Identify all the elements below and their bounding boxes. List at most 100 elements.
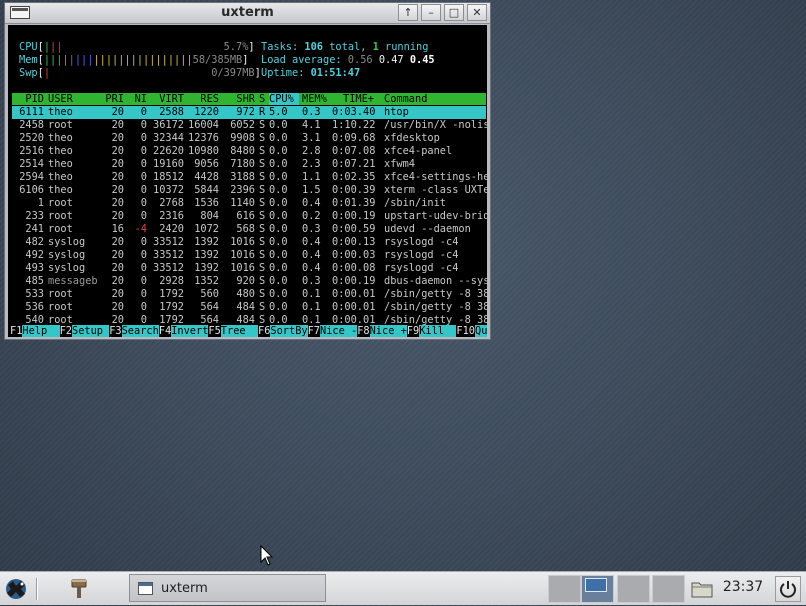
- column-header-res[interactable]: RES: [187, 93, 219, 105]
- column-header-cpu-[interactable]: CPU%: [269, 93, 299, 105]
- process-cell-mem: 0.3: [302, 106, 321, 118]
- uxterm-window[interactable]: uxterm ↑ – □ ✕ CPU[||| 5.7%] Mem[|||||||…: [4, 2, 491, 340]
- column-header-mem-[interactable]: MEM%: [302, 93, 332, 105]
- shade-button[interactable]: ↑: [398, 4, 418, 21]
- fkey-f1[interactable]: F1Help: [10, 325, 60, 337]
- workspace-3[interactable]: [617, 575, 650, 603]
- process-cell-user: theo: [48, 145, 73, 157]
- column-header-shr[interactable]: SHR: [222, 93, 255, 105]
- process-row[interactable]: 2514 theo 20 0 19160 9056 7180 S 0.0 2.3 0:07.21 xf…: [12, 158, 486, 171]
- column-header-command[interactable]: Command: [384, 93, 484, 105]
- process-cell-shr: 6052: [230, 119, 255, 131]
- column-header-time-[interactable]: TIME+: [332, 93, 374, 105]
- maximize-button[interactable]: □: [444, 4, 464, 21]
- process-cell-cmd: /usr/bin/X -nolist: [384, 119, 487, 131]
- fkey-f3[interactable]: F3Search: [109, 325, 159, 337]
- process-row[interactable]: 536 root 20 0 1792 564 484 S 0.0 0.1 0:00.01/sbin/…: [12, 301, 487, 314]
- process-cell-mem: 1.5: [302, 184, 321, 196]
- column-header-pid[interactable]: PID: [12, 93, 44, 105]
- process-cell-shr: 7180: [230, 158, 255, 170]
- minimize-button[interactable]: –: [421, 4, 441, 21]
- clock[interactable]: 23:37: [718, 579, 768, 595]
- column-header-user[interactable]: USER: [48, 93, 104, 105]
- process-cell-shr: 920: [236, 275, 255, 287]
- process-cell-virt: 33512: [153, 236, 184, 248]
- process-cell-ni: 0: [140, 262, 147, 274]
- process-cell-res: 1392: [194, 249, 219, 261]
- column-header-pri[interactable]: PRI: [102, 93, 124, 105]
- process-cell-res: 16004: [188, 119, 219, 131]
- fkey-f4[interactable]: F4Invert: [159, 325, 209, 337]
- process-cell-time: 0:03.40: [332, 106, 376, 118]
- workspace-4[interactable]: [652, 575, 685, 603]
- process-cell-cmd: xterm -class UXTer: [384, 184, 487, 196]
- process-cell-ni: 0: [140, 119, 147, 131]
- process-row[interactable]: 493 syslog 20 0 33512 1392 1016 S 0.0 0.4 0:00.08 r…: [12, 262, 486, 275]
- process-cell-virt: 32344: [153, 132, 184, 144]
- process-cell-time: 0:00.19: [332, 210, 376, 222]
- process-cell-user: theo: [48, 106, 73, 118]
- process-cell-pid: 2594: [19, 171, 44, 183]
- process-row[interactable]: 233 root 20 0 2316 804 616 S 0.0 0.2 0:00.19 upstar…: [12, 210, 487, 223]
- process-cell-res: 1392: [194, 262, 219, 274]
- fkey-f2[interactable]: F2Setup: [60, 325, 110, 337]
- taskbar-task-uxterm[interactable]: uxterm: [129, 574, 326, 602]
- process-table-header[interactable]: PID USER PRI NI VIRT RES SHR S CPU% MEM% TIME+ Comm…: [12, 93, 486, 105]
- fkey-f7[interactable]: F7Nice -: [308, 325, 358, 337]
- process-cell-ni: 0: [140, 158, 147, 170]
- process-cell-cmd: htop: [384, 106, 409, 118]
- process-cell-pid: 2520: [19, 132, 44, 144]
- process-cell-pid: 2514: [19, 158, 44, 170]
- fkey-f10[interactable]: F10Quit: [456, 325, 487, 337]
- process-cell-virt: 2316: [159, 210, 184, 222]
- process-cell-pid: 536: [25, 301, 44, 313]
- process-row[interactable]: 6111 theo 20 0 2588 1220 972 R 5.0 0.3 0:03.40 htop: [12, 106, 486, 119]
- process-cell-user: root: [48, 197, 73, 209]
- process-cell-shr: 2396: [230, 184, 255, 196]
- process-row[interactable]: 2516 theo 20 0 22620 10980 8480 S 0.0 2.8 0:07.08 x…: [12, 145, 486, 158]
- process-cell-mem: 0.3: [302, 223, 321, 235]
- process-row[interactable]: 2594 theo 20 0 18512 4428 3188 S 0.0 1.1 0:02.35 xf…: [12, 171, 487, 184]
- process-cell-cmd: /sbin/getty -8 384: [384, 301, 487, 313]
- fkey-f9[interactable]: F9Kill: [407, 325, 457, 337]
- process-row[interactable]: 2520 theo 20 0 32344 12376 9908 S 0.0 3.1 0:09.68 x…: [12, 132, 486, 145]
- process-cell-shr: 8480: [230, 145, 255, 157]
- power-icon[interactable]: [775, 576, 801, 602]
- workspace-1[interactable]: [548, 575, 581, 603]
- fkey-label: SortBy: [270, 325, 308, 337]
- column-header-ni[interactable]: NI: [127, 93, 147, 105]
- process-row[interactable]: 241 root 16 -4 2420 1072 568 S 0.0 0.3 0:00.59 udev…: [12, 223, 486, 236]
- column-header-virt[interactable]: VIRT: [150, 93, 184, 105]
- process-cell-mem: 0.4: [302, 249, 321, 261]
- fkey-f6[interactable]: F6SortBy: [258, 325, 308, 337]
- close-button[interactable]: ✕: [467, 4, 487, 21]
- process-cell-time: 0:09.68: [332, 132, 376, 144]
- column-header-s[interactable]: S: [259, 93, 267, 105]
- folder-icon[interactable]: [691, 579, 713, 598]
- fkey-label: Setup: [72, 325, 110, 337]
- xfce-mouse-icon[interactable]: [2, 575, 30, 602]
- process-row[interactable]: 492 syslog 20 0 33512 1392 1016 S 0.0 0.4 0:00.03 r…: [12, 249, 486, 262]
- fkey-f8[interactable]: F8Nice +: [357, 325, 407, 337]
- process-cell-mem: 0.1: [302, 288, 321, 300]
- workspace-2[interactable]: [581, 575, 614, 603]
- terminal-area[interactable]: CPU[||| 5.7%] Mem[||||||||||||||||||||||…: [8, 25, 487, 337]
- process-cell-res: 564: [200, 301, 219, 313]
- fkey-f5[interactable]: F5Tree: [208, 325, 258, 337]
- process-cell-shr: 616: [236, 210, 255, 222]
- process-cell-s: S: [259, 145, 266, 157]
- process-row[interactable]: 485 messageb 20 0 2928 1352 920 S 0.0 0.3 0:00.19 d…: [12, 275, 487, 288]
- window-titlebar[interactable]: uxterm ↑ – □ ✕: [5, 3, 490, 24]
- process-cell-time: 0:00.03: [332, 249, 376, 261]
- process-row[interactable]: 482 syslog 20 0 33512 1392 1016 S 0.0 0.4 0:00.13 r…: [12, 236, 486, 249]
- process-row[interactable]: 1 root 20 0 2768 1536 1140 S 0.0 0.4 0:01.39/sbin/…: [12, 197, 486, 210]
- process-cell-cmd: xfwm4: [384, 158, 415, 170]
- process-row[interactable]: 2458 root 20 0 36172 16004 6052 S 0.0 4.1 1:10.22 /…: [12, 119, 487, 132]
- process-cell-s: S: [259, 275, 266, 287]
- process-cell-s: S: [259, 197, 266, 209]
- paintbrush-icon[interactable]: [66, 577, 92, 601]
- process-row[interactable]: 6106 theo 20 0 10372 5844 2396 S 0.0 1.5 0:00.39 xt…: [12, 184, 487, 197]
- process-row[interactable]: 533 root 20 0 1792 560 480 S 0.0 0.1 0:00.01/sbin/…: [12, 288, 487, 301]
- process-cell-res: 5844: [194, 184, 219, 196]
- process-cell-cpu: 0.0: [269, 301, 288, 313]
